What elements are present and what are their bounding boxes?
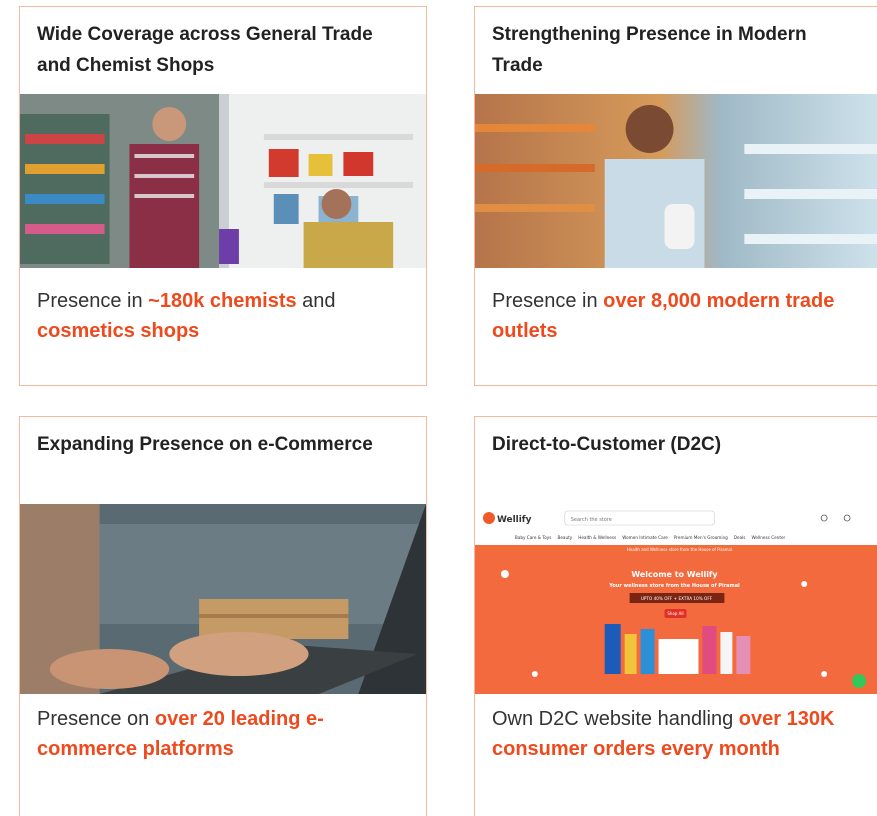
site-banner-title: Welcome to Wellify [631, 570, 718, 579]
laptop-typing-photo [20, 504, 426, 694]
highlight-cosmetics: cosmetics shops [37, 320, 200, 342]
site-banner-subtitle: Your wellness store from the House of Pi… [608, 583, 740, 589]
card-d2c: Direct-to-Customer (D2C) Wellify Search … [474, 416, 877, 816]
card-title: Wide Coverage across General Trade and C… [37, 24, 373, 76]
site-strip-text: Health and Wellness store from the House… [627, 547, 732, 552]
wellify-logo: Wellify [497, 515, 532, 525]
wellify-website-screenshot: Wellify Search the store Baby Care & Toy… [475, 504, 877, 694]
card-modern-trade: Strengthening Presence in Modern Trade P… [474, 6, 877, 386]
highlight-chemists: ~180k chemists [148, 290, 297, 312]
card-title: Strengthening Presence in Modern Trade [492, 24, 807, 76]
card-description: Presence on over 20 leading e-commerce p… [37, 708, 324, 760]
card-description: Own D2C website handling over 130K consu… [492, 708, 835, 760]
card-ecommerce: Expanding Presence on e-Commerce Presenc… [19, 416, 427, 816]
card-title: Direct-to-Customer (D2C) [492, 434, 722, 455]
card-description: Presence in over 8,000 modern trade outl… [492, 290, 835, 342]
site-offer-text: UPTO 40% OFF + EXTRA 10% OFF [641, 596, 713, 601]
wellify-logo-icon [482, 512, 495, 524]
site-search-placeholder: Search the store [571, 517, 612, 523]
card-title: Expanding Presence on e-Commerce [37, 434, 373, 455]
whatsapp-icon [852, 674, 867, 688]
chemist-shop-photo [20, 94, 426, 268]
supermarket-photo [475, 94, 877, 268]
card-description: Presence in ~180k chemists and cosmetics… [37, 290, 336, 342]
site-cta-button: Shop All [667, 611, 683, 616]
card-general-trade: Wide Coverage across General Trade and C… [19, 6, 427, 386]
